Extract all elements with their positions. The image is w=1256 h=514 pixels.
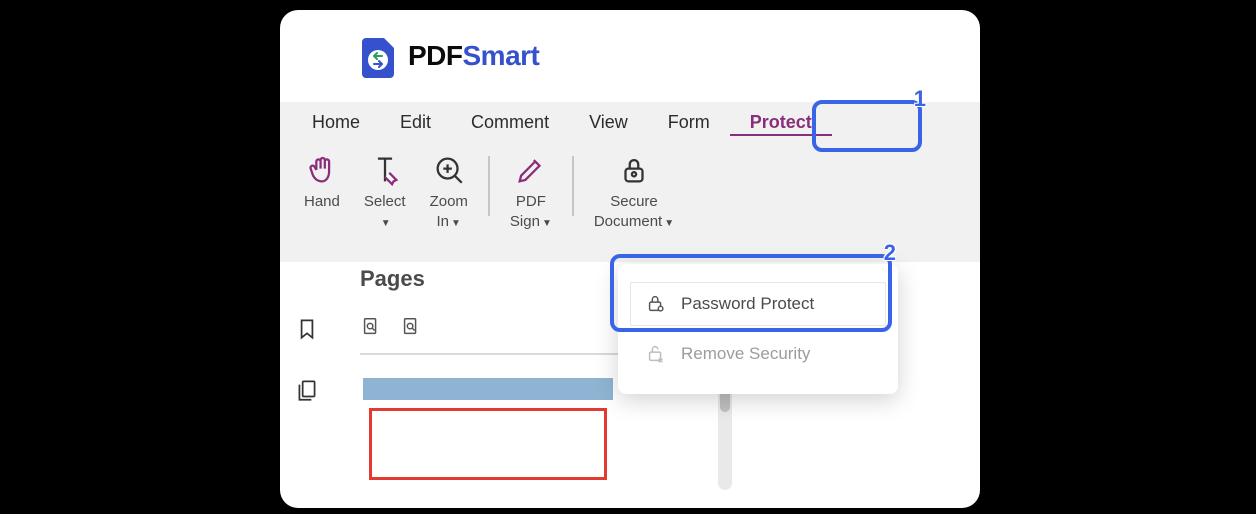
menu-edit[interactable]: Edit	[380, 102, 451, 142]
tool-sign-label1: PDF	[516, 193, 546, 210]
tool-secure-label1: Secure	[610, 193, 658, 210]
menubar: Home Edit Comment View Form Protect	[280, 102, 980, 142]
menu-form[interactable]: Form	[648, 102, 730, 142]
tool-select[interactable]: Select ▼	[352, 148, 418, 234]
tool-zoom-in[interactable]: Zoom In▼	[418, 148, 480, 234]
caret-icon: ▼	[542, 218, 552, 229]
page-search-icon-2[interactable]	[400, 316, 422, 343]
brand-text: PDFSmart	[408, 40, 539, 72]
side-icon-bar	[280, 256, 334, 508]
tool-sign-label2: Sign	[510, 213, 540, 230]
header: PDFSmart	[280, 10, 980, 102]
logo: PDFSmart	[356, 34, 539, 78]
tool-pdf-sign[interactable]: PDF Sign▼	[498, 148, 564, 234]
pdfsmart-logo-icon	[356, 34, 400, 78]
select-icon	[368, 152, 402, 188]
ribbon: Hand Select▼ ZoomIn▼	[280, 142, 980, 262]
app-window: PDFSmart Home Edit Comment View Form Pro…	[280, 10, 980, 508]
tool-secure-label2: Document	[594, 213, 662, 230]
tool-secure-document[interactable]: Secure Document▼	[582, 148, 686, 234]
lock-remove-icon	[645, 343, 667, 365]
lock-icon	[617, 152, 651, 188]
page-thumbnail[interactable]	[360, 375, 616, 499]
bookmark-icon[interactable]	[294, 316, 320, 347]
brand-pdf: PDF	[408, 40, 463, 71]
tool-hand[interactable]: Hand	[292, 148, 352, 212]
lock-person-icon	[645, 293, 667, 315]
tool-select-label: Select	[364, 193, 406, 210]
pages-icon[interactable]	[294, 377, 320, 408]
zoom-in-icon	[432, 152, 466, 188]
menu-home[interactable]: Home	[292, 102, 380, 142]
menu-protect[interactable]: Protect	[730, 102, 832, 142]
secure-document-dropdown: Password Protect Remove Security	[618, 264, 898, 394]
caret-icon: ▼	[381, 218, 391, 229]
tool-hand-label: Hand	[304, 192, 340, 212]
menu-comment[interactable]: Comment	[451, 102, 569, 142]
tool-zoom-label1: Zoom	[430, 193, 468, 210]
caret-icon: ▼	[451, 218, 461, 229]
dropdown-password-protect-label: Password Protect	[681, 294, 814, 314]
menu-view[interactable]: View	[569, 102, 648, 142]
tool-zoom-label2: In	[437, 213, 450, 230]
separator	[572, 156, 574, 216]
caret-icon: ▼	[664, 218, 674, 229]
separator	[488, 156, 490, 216]
thumbnail-selection-box	[369, 408, 607, 480]
sign-icon	[514, 152, 548, 188]
dropdown-remove-security-label: Remove Security	[681, 344, 810, 364]
page-search-icon[interactable]	[360, 316, 382, 343]
dropdown-password-protect[interactable]: Password Protect	[630, 282, 886, 326]
brand-smart: Smart	[463, 40, 540, 71]
hand-icon	[305, 152, 339, 188]
dropdown-remove-security[interactable]: Remove Security	[630, 332, 886, 376]
thumbnail-header-band	[363, 378, 613, 400]
